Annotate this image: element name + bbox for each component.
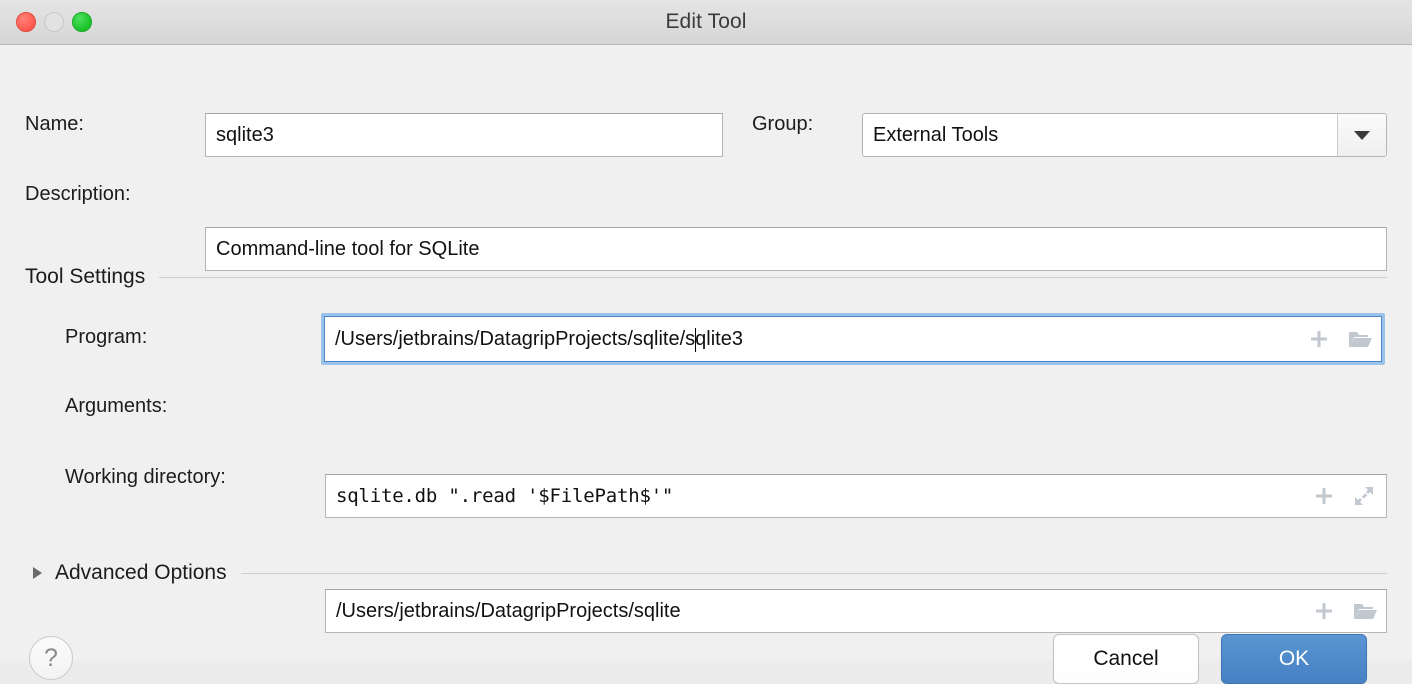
program-label-wrap: Program: — [65, 326, 147, 349]
working-directory-input-icons — [1312, 590, 1376, 632]
advanced-options-divider — [241, 573, 1387, 574]
name-input-value: sqlite3 — [216, 124, 274, 147]
plus-icon[interactable] — [1307, 327, 1331, 351]
minimize-button[interactable] — [44, 12, 64, 32]
arguments-label: Arguments: — [65, 395, 167, 418]
working-directory-label-wrap: Working directory: — [65, 466, 226, 489]
program-label: Program: — [65, 326, 147, 349]
folder-icon[interactable] — [1347, 327, 1371, 351]
window-controls — [16, 0, 92, 44]
group-combobox[interactable]: External Tools — [862, 113, 1387, 157]
text-caret — [695, 328, 696, 352]
working-directory-label: Working directory: — [65, 466, 226, 489]
arguments-input-value: sqlite.db ".read '$FilePath$'" — [336, 485, 673, 507]
maximize-button[interactable] — [72, 12, 92, 32]
plus-icon[interactable] — [1312, 484, 1336, 508]
group-label: Group: — [752, 113, 813, 136]
description-input-value: Command-line tool for SQLite — [216, 238, 479, 261]
program-input-icons — [1307, 317, 1371, 361]
ok-button[interactable]: OK — [1221, 634, 1367, 684]
section-divider — [159, 277, 1387, 278]
name-label: Name: — [25, 113, 84, 136]
group-combobox-value: External Tools — [863, 114, 1337, 156]
triangle-right-icon[interactable] — [33, 567, 42, 579]
advanced-options-label: Advanced Options — [55, 561, 241, 585]
help-button-label: ? — [44, 644, 58, 673]
program-input-focus-ring: /Users/jetbrains/DatagripProjects/sqlite… — [321, 313, 1385, 365]
edit-tool-dialog: Edit Tool Name: sqlite3 Group: External … — [0, 0, 1412, 660]
advanced-options-toggle[interactable]: Advanced Options — [33, 561, 1387, 585]
working-directory-input-value: /Users/jetbrains/DatagripProjects/sqlite — [336, 600, 681, 623]
plus-icon[interactable] — [1312, 599, 1336, 623]
name-input[interactable]: sqlite3 — [205, 113, 723, 157]
window-title: Edit Tool — [0, 10, 1412, 34]
tool-settings-title: Tool Settings — [25, 265, 159, 289]
working-directory-input[interactable]: /Users/jetbrains/DatagripProjects/sqlite — [325, 589, 1387, 633]
window-titlebar: Edit Tool — [0, 0, 1412, 45]
description-label-wrap: Description: — [25, 183, 131, 206]
group-label-wrap: Group: — [752, 113, 813, 136]
arguments-label-wrap: Arguments: — [65, 395, 167, 418]
tool-settings-section-header: Tool Settings — [25, 265, 1387, 289]
folder-icon[interactable] — [1352, 599, 1376, 623]
arguments-input-icons — [1312, 475, 1376, 517]
description-label: Description: — [25, 183, 131, 206]
arguments-input[interactable]: sqlite.db ".read '$FilePath$'" — [325, 474, 1387, 518]
cancel-button[interactable]: Cancel — [1053, 634, 1199, 684]
cancel-button-label: Cancel — [1093, 647, 1158, 671]
program-input-value-after-caret: qlite3 — [695, 328, 743, 351]
chevron-down-icon[interactable] — [1337, 114, 1386, 156]
expand-icon[interactable] — [1352, 484, 1376, 508]
ok-button-label: OK — [1279, 647, 1309, 671]
dialog-body: Name: sqlite3 Group: External Tools Desc… — [0, 45, 1412, 660]
program-input[interactable]: /Users/jetbrains/DatagripProjects/sqlite… — [324, 316, 1382, 362]
program-input-value-before-caret: /Users/jetbrains/DatagripProjects/sqlite… — [335, 328, 695, 351]
name-label-wrap: Name: — [25, 113, 84, 136]
help-button[interactable]: ? — [29, 636, 73, 680]
close-button[interactable] — [16, 12, 36, 32]
